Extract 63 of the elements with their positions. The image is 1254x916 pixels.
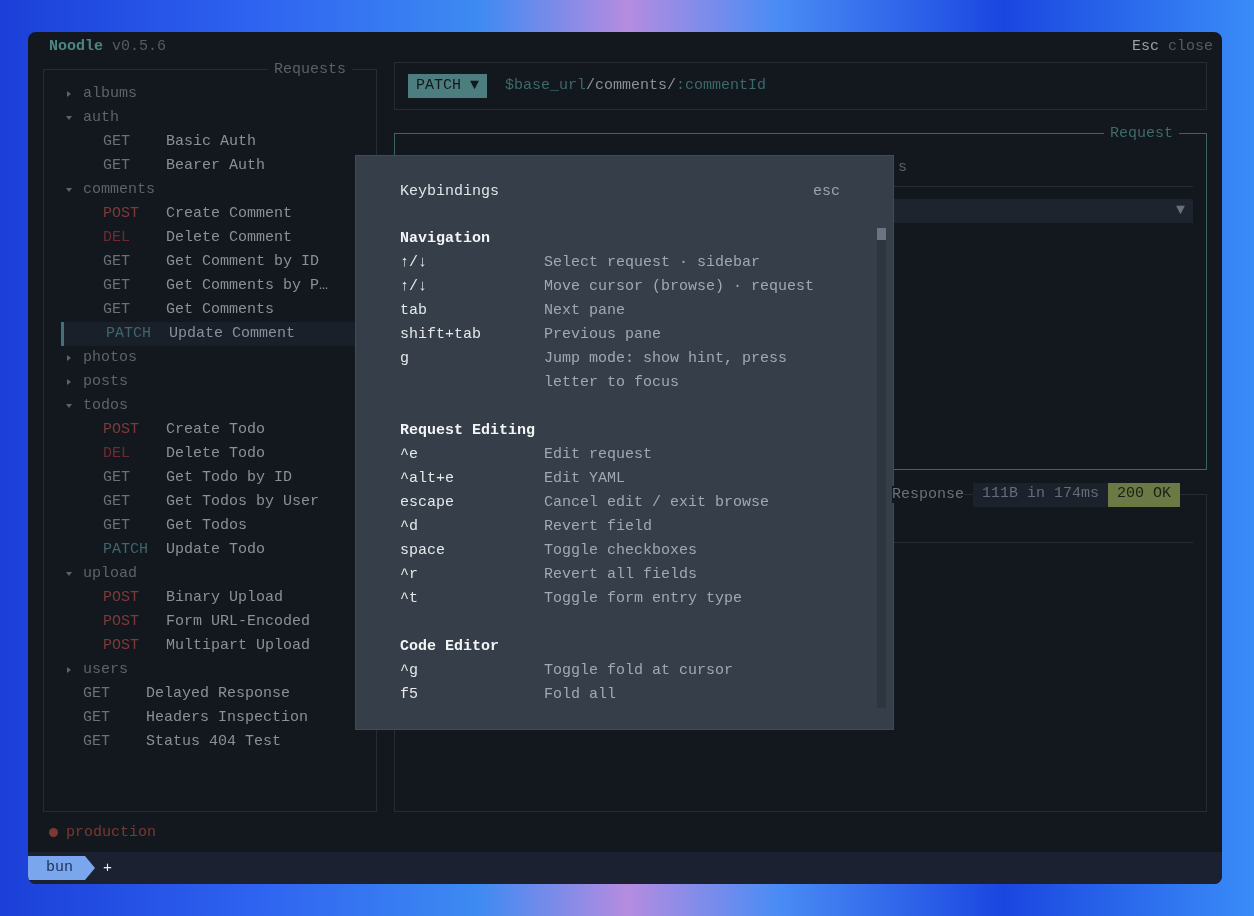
shortcut-description: Toggle checkboxes	[544, 541, 699, 561]
folder-item[interactable]: todos	[66, 393, 376, 418]
caret-icon	[66, 186, 72, 193]
caret-icon	[66, 114, 72, 121]
shortcut-key: ^alt+e	[400, 467, 544, 491]
shortcut-key: ^g	[400, 659, 544, 683]
shortcut-description: Select request · sidebar	[544, 253, 762, 273]
scrollbar[interactable]	[877, 228, 886, 708]
folder-item[interactable]: users	[66, 657, 376, 682]
app-title: Noodle v0.5.6	[49, 38, 167, 56]
section-heading: Navigation	[400, 229, 491, 249]
shortcut-key: g	[400, 347, 544, 395]
shortcut-description: Toggle fold at cursor	[544, 661, 735, 681]
caret-icon	[66, 570, 72, 577]
close-hint[interactable]: Esc close	[1131, 38, 1213, 56]
panel-title: Request	[1109, 125, 1174, 142]
caret-icon	[66, 402, 72, 409]
folder-item[interactable]: albums	[66, 81, 376, 106]
shortcut-key: ↑/↓	[400, 275, 544, 299]
shortcut-key: escape	[400, 491, 544, 515]
caret-icon	[66, 666, 72, 673]
shortcut-key: f5	[400, 683, 544, 707]
shortcut-key: ^e	[400, 443, 544, 467]
shortcut-description: Move cursor (browse) · request	[544, 277, 816, 297]
shortcut-description: Edit YAML	[544, 469, 626, 489]
shortcut-description: Previous pane	[544, 325, 663, 345]
close-hint[interactable]: esc	[813, 182, 840, 200]
shortcut-description: Edit request	[544, 445, 654, 465]
request-item[interactable]: GET Status 404 Test	[66, 729, 376, 754]
folder-item[interactable]: auth	[66, 105, 376, 130]
shortcut-key: ^d	[400, 515, 544, 539]
panel-title: Requests	[273, 61, 347, 78]
shortcut-description: Next pane	[544, 301, 626, 321]
tab-label[interactable]: s	[898, 159, 907, 177]
method-dropdown[interactable]: PATCH ▼	[408, 73, 487, 98]
shortcut-description: Revert field	[544, 517, 654, 537]
section-heading: Request Editing	[400, 421, 537, 441]
session-tab[interactable]: +	[95, 859, 121, 877]
caret-icon	[66, 90, 72, 97]
status-badge: 200 OK	[1108, 482, 1181, 507]
shortcut-description: Revert all fields	[544, 565, 699, 585]
shortcut-description: Fold all	[544, 685, 617, 705]
section-heading: Code Editor	[400, 637, 501, 657]
caret-icon	[66, 378, 72, 385]
size-time-badge: 111B in 174ms	[973, 482, 1109, 507]
shortcut-key: tab	[400, 299, 544, 323]
panel-title: Response	[892, 486, 964, 504]
dialog-title: Keybindings	[400, 182, 500, 200]
request-item[interactable]: GET Basic Auth	[66, 129, 376, 154]
shortcut-key: shift+tab	[400, 323, 544, 347]
shortcut-key: ↑/↓	[400, 251, 544, 275]
folder-item[interactable]: posts	[66, 369, 376, 394]
folder-item[interactable]: comments	[66, 177, 376, 202]
url-field[interactable]: $base_url/comments/:commentId	[505, 77, 767, 95]
session-tab[interactable]: bun	[28, 856, 95, 881]
shortcut-key: ^r	[400, 563, 544, 587]
folder-item[interactable]: upload	[66, 561, 376, 586]
shortcut-description: Cancel edit / exit browse	[544, 493, 771, 513]
caret-icon	[66, 354, 72, 361]
shortcut-description: Jump mode: show hint, press letter to focus	[544, 349, 789, 393]
shortcut-key: ^t	[400, 587, 544, 611]
shortcut-key: space	[400, 539, 544, 563]
shortcut-description: Toggle form entry type	[544, 589, 744, 609]
